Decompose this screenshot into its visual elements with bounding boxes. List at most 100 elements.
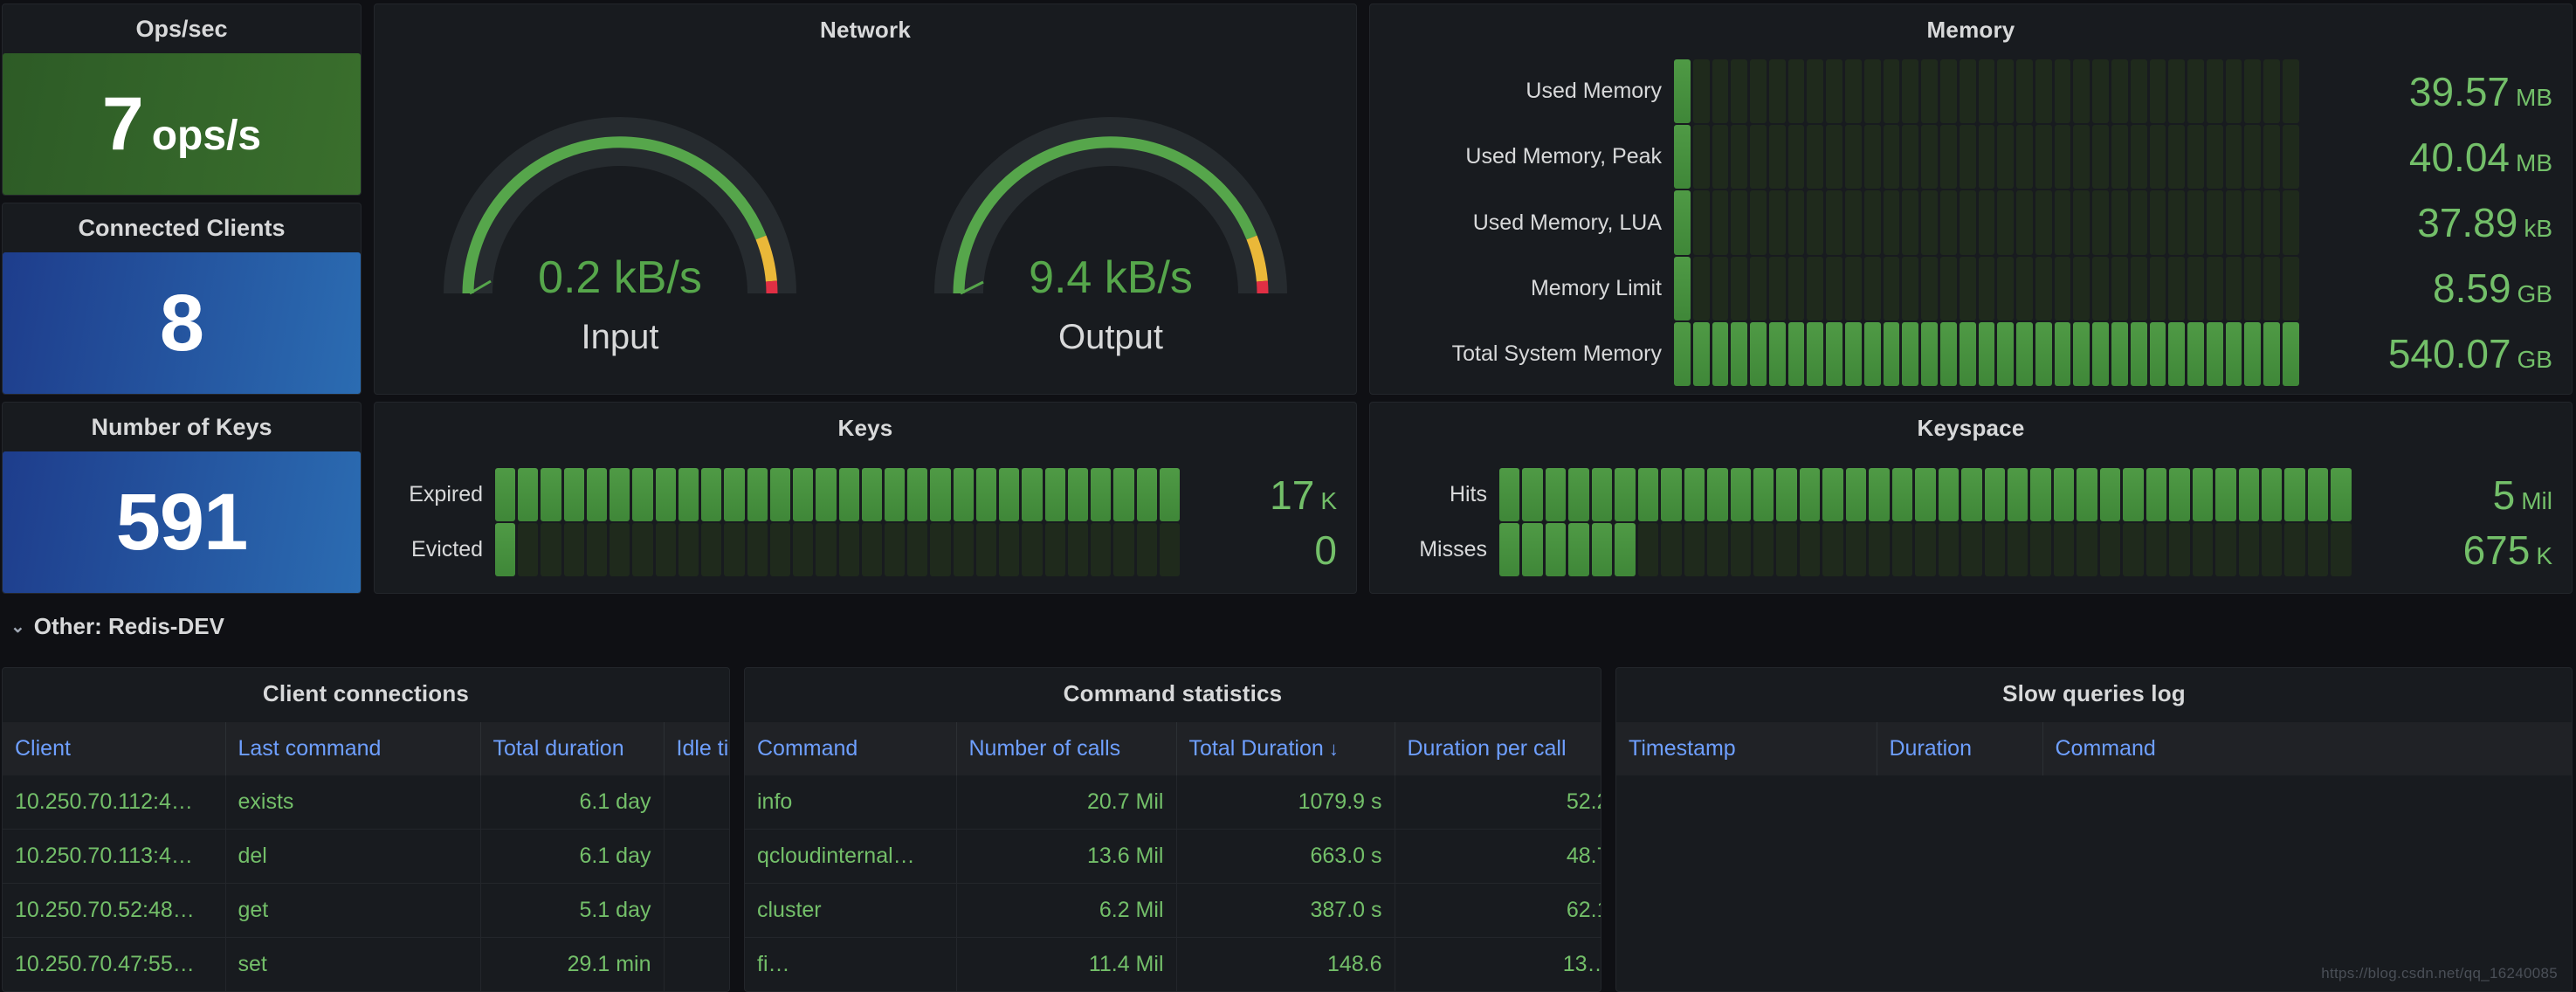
bargauge-cell bbox=[2077, 523, 2097, 576]
bargauge-cell bbox=[1863, 321, 1881, 387]
panel-keys[interactable]: Keys Expired 17 K Evicted 0 bbox=[374, 402, 1357, 594]
table-row[interactable]: qcloudinternal…13.6 Mil663.0 s48.7 bbox=[745, 829, 1601, 884]
bargauge-cell bbox=[953, 523, 974, 576]
table-column-header[interactable]: Duration per call bbox=[1395, 722, 1601, 775]
bargauge-cell bbox=[2053, 523, 2075, 576]
bargauge-row: Evicted 0 bbox=[390, 522, 1337, 577]
bargauge-cell bbox=[1845, 256, 1862, 320]
gauge-input[interactable]: 0.2 kB/s Input bbox=[437, 80, 803, 377]
table-column-header[interactable]: Total Duration ↓ bbox=[1176, 722, 1395, 775]
bargauge-cell bbox=[1902, 256, 1919, 320]
bargauge-cell bbox=[2035, 190, 2052, 255]
panel-keyspace[interactable]: Keyspace Hits 5 Mil Misses 675 K bbox=[1369, 402, 2573, 594]
bargauge-cell bbox=[838, 523, 859, 576]
table-row[interactable]: fi…11.4 Mil148.613… bbox=[745, 937, 1601, 991]
bargauge-cell bbox=[1113, 468, 1134, 521]
chevron-down-icon[interactable]: ⌄ bbox=[10, 618, 25, 636]
table-column-header[interactable]: Idle time bbox=[664, 722, 729, 775]
table-column-header[interactable]: Client bbox=[3, 722, 226, 775]
bargauge-cell bbox=[701, 523, 722, 576]
bargauge-cell bbox=[1883, 256, 1900, 320]
table-cell: qcloudinternal… bbox=[745, 829, 957, 884]
bargauge-cell bbox=[1768, 125, 1786, 189]
bargauge-cell bbox=[861, 523, 882, 576]
bargauge-cell bbox=[1692, 125, 1710, 189]
table-column-header[interactable]: Last command bbox=[225, 722, 481, 775]
bargauge-cell bbox=[930, 468, 951, 521]
bargauge-cell bbox=[2016, 125, 2033, 189]
table-row[interactable]: cluster6.2 Mil387.0 s62.1 bbox=[745, 883, 1601, 938]
bargauge-cell bbox=[1730, 468, 1751, 521]
table-header-row[interactable]: Timestamp Duration Command bbox=[1616, 722, 2572, 775]
bargauge-cell bbox=[655, 468, 676, 521]
bargauge-cell bbox=[678, 468, 699, 521]
panel-slow-queries-log[interactable]: Slow queries log Timestamp Duration Comman… bbox=[1615, 667, 2573, 992]
bargauge-cell bbox=[563, 468, 584, 521]
panel-client-connections[interactable]: Client connections Client Last command Tot… bbox=[2, 667, 730, 992]
panel-memory[interactable]: Memory Used Memory 39.57 MB Used Memory, Pe… bbox=[1369, 3, 2573, 395]
table-column-header[interactable]: Timestamp bbox=[1616, 722, 1877, 775]
bargauge-cell bbox=[678, 523, 699, 576]
bargauge-row: Used Memory, Peak 40.04 MB bbox=[1386, 124, 2552, 189]
bargauge-cell bbox=[1938, 468, 1960, 521]
stat-panel-ops-sec[interactable]: Ops/sec 7 ops/s bbox=[2, 3, 362, 196]
stat-unit-ops-sec: ops/s bbox=[151, 113, 262, 159]
keys-bargauge: Expired 17 K Evicted 0 bbox=[375, 467, 1356, 586]
table-column-header[interactable]: Number of calls bbox=[956, 722, 1177, 775]
bargauge-cell bbox=[1959, 125, 1976, 189]
table-command-statistics[interactable]: Command Number of calls Total Duration ↓ Du… bbox=[745, 722, 1601, 991]
table-column-header[interactable]: Total duration bbox=[480, 722, 665, 775]
keyspace-bargauge: Hits 5 Mil Misses 675 K bbox=[1370, 467, 2572, 586]
table-cell: set bbox=[225, 937, 481, 991]
bargauge-cell bbox=[1883, 321, 1900, 387]
bargauge-cell bbox=[1799, 468, 1821, 521]
bargauge-cell bbox=[2283, 59, 2299, 124]
bargauge-cell bbox=[2054, 59, 2071, 124]
table-column-header[interactable]: Duration bbox=[1877, 722, 2043, 775]
bargauge-cell bbox=[747, 468, 768, 521]
bargauge-cell bbox=[1113, 523, 1134, 576]
gauge-output[interactable]: 9.4 kB/s Output bbox=[927, 80, 1294, 377]
bargauge-cell bbox=[793, 468, 814, 521]
bargauge-cell bbox=[2030, 523, 2051, 576]
table-row[interactable]: 10.250.70.113:4… del 6.1 day bbox=[3, 829, 729, 884]
bargauge-cell bbox=[1044, 523, 1065, 576]
bargauge-cell bbox=[1787, 256, 1805, 320]
bargauge-cell bbox=[2130, 190, 2147, 255]
bargauge-cell bbox=[2331, 468, 2352, 521]
bargauge-cell bbox=[1776, 523, 1797, 576]
bargauge-cell bbox=[1731, 256, 1748, 320]
bargauge-cell bbox=[632, 523, 653, 576]
bargauge-cell bbox=[518, 523, 539, 576]
bargauge-cell bbox=[1997, 256, 2015, 320]
bargauge-row: Total System Memory 540.07 GB bbox=[1386, 321, 2552, 387]
grafana-dashboard: Ops/sec 7 ops/s Connected Clients 8 Numb… bbox=[0, 0, 2576, 992]
bargauge-cell bbox=[1845, 125, 1862, 189]
table-header-row[interactable]: ClientLast commandTotal durationIdle tim… bbox=[3, 722, 729, 775]
table-slow-queries-log[interactable]: Timestamp Duration Command bbox=[1616, 722, 2572, 775]
panel-network[interactable]: Network 0.2 kB/s Input 9.4 kB/s Output bbox=[374, 3, 1357, 395]
dashboard-row-label: Other: Redis-DEV bbox=[33, 613, 224, 639]
table-row[interactable]: info20.7 Mil1079.9 s52.2 bbox=[745, 775, 1601, 830]
table-row[interactable]: 10.250.70.52:48… get 5.1 day bbox=[3, 883, 729, 938]
bargauge-cell bbox=[769, 468, 791, 521]
bargauge-cell bbox=[1978, 125, 1995, 189]
stat-panel-connected-clients[interactable]: Connected Clients 8 bbox=[2, 203, 362, 395]
table-column-header[interactable]: Command bbox=[745, 722, 957, 775]
panel-command-statistics[interactable]: Command statistics Command Number of call… bbox=[744, 667, 1601, 992]
bargauge-cell bbox=[1731, 321, 1748, 387]
bargauge-cell bbox=[1692, 256, 1710, 320]
gauge-label-input: Input bbox=[581, 318, 659, 356]
table-row[interactable]: 10.250.70.47:55… set 29.1 min bbox=[3, 937, 729, 991]
table-column-header[interactable]: Command bbox=[2042, 722, 2572, 775]
table-header-row[interactable]: Command Number of calls Total Duration ↓ Du… bbox=[745, 722, 1601, 775]
table-cell bbox=[664, 775, 729, 830]
bargauge-cell bbox=[1826, 125, 1843, 189]
dashboard-row-other-redis-dev[interactable]: ⌄ Other: Redis-DEV bbox=[10, 613, 224, 640]
bargauge-track bbox=[1674, 256, 2299, 320]
table-row[interactable]: 10.250.70.112:4… exists 6.1 day bbox=[3, 775, 729, 830]
stat-panel-number-of-keys[interactable]: Number of Keys 591 bbox=[2, 402, 362, 594]
table-client-connections[interactable]: ClientLast commandTotal durationIdle tim… bbox=[3, 722, 729, 991]
bargauge-cell bbox=[1978, 321, 1995, 387]
bargauge-cell bbox=[1753, 468, 1774, 521]
